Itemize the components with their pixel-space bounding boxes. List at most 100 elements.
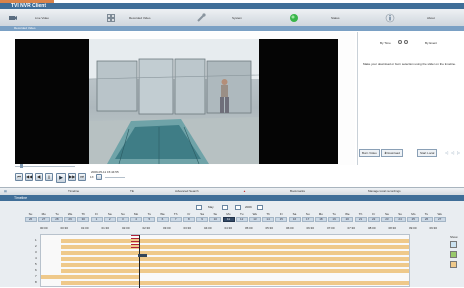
day-cell[interactable]: Tu 5 <box>143 212 156 224</box>
day-cell[interactable]: Mo 11 <box>222 212 235 224</box>
next-month-button[interactable] <box>222 205 228 210</box>
day-cell[interactable]: Sa 2 <box>103 212 116 224</box>
bookmark-icon: ▲ <box>243 189 246 193</box>
day-cell[interactable]: Fr 1 <box>90 212 103 224</box>
track-bar[interactable] <box>41 275 139 279</box>
download-button[interactable]: ⬇Download <box>381 149 403 157</box>
nav-status[interactable]: Status <box>289 9 340 26</box>
tab-te[interactable]: TE <box>130 188 134 195</box>
day-box: 4 <box>130 217 143 222</box>
day-cell[interactable]: We 29 <box>64 212 77 224</box>
day-cell[interactable]: Su 26 <box>24 212 37 224</box>
time-readout: 2009-05-11 15:44:55 <box>91 170 119 174</box>
day-box: 22 <box>367 217 380 222</box>
day-cell[interactable]: Th 14 <box>262 212 275 224</box>
seek-slider[interactable] <box>15 166 75 167</box>
day-cell[interactable]: Fr 22 <box>367 212 380 224</box>
legend-swatch-motion[interactable] <box>450 251 457 258</box>
day-cell[interactable]: Sa 16 <box>288 212 301 224</box>
day-cell[interactable]: Su 3 <box>116 212 129 224</box>
tab-manage-local[interactable]: Manage local recordings <box>368 188 401 195</box>
day-cell[interactable]: Tu 12 <box>235 212 248 224</box>
hour-tick: 09:00 <box>409 226 417 230</box>
hour-tick: 09:30 <box>429 226 438 230</box>
track-bar[interactable] <box>61 263 409 267</box>
prev-month-button[interactable] <box>196 205 202 210</box>
day-box: 26 <box>24 217 37 222</box>
skip-back-icon[interactable]: ◁ <box>445 150 448 155</box>
month-label: May <box>208 205 214 209</box>
day-cell[interactable]: Mo 27 <box>37 212 50 224</box>
tab-bookmarks[interactable]: Bookmarks <box>290 188 305 195</box>
rewind-button[interactable]: ◀◀ <box>25 173 33 181</box>
day-cell[interactable]: Th 7 <box>169 212 182 224</box>
day-cell[interactable]: Su 17 <box>301 212 314 224</box>
day-box: 30 <box>77 217 90 222</box>
track-bar[interactable] <box>61 245 409 249</box>
day-cell[interactable]: Mo 25 <box>407 212 420 224</box>
radio-by-time[interactable] <box>398 40 402 44</box>
tab-advanced-search[interactable]: Advanced Search <box>175 188 199 195</box>
pause-button[interactable]: || <box>45 173 53 181</box>
day-cell[interactable]: Fr 8 <box>182 212 195 224</box>
track-bar[interactable] <box>61 257 409 261</box>
day-cell[interactable]: Tu 19 <box>328 212 341 224</box>
day-box: 18 <box>314 217 327 222</box>
day-cell[interactable]: Sa 9 <box>196 212 209 224</box>
skip-start-button[interactable]: ⏮ <box>15 173 23 181</box>
prev-year-button[interactable] <box>235 205 241 210</box>
playback-cursor[interactable] <box>139 235 140 288</box>
step-back-button[interactable]: ◀| <box>35 173 43 181</box>
next-year-button[interactable] <box>257 205 263 210</box>
day-cell[interactable]: Tu 26 <box>420 212 433 224</box>
tab-timeline[interactable]: Timeline <box>68 188 79 195</box>
day-cell[interactable]: Mo 4 <box>130 212 143 224</box>
radio-by-event[interactable] <box>404 40 408 44</box>
day-box: 27 <box>433 217 446 222</box>
skip-icon[interactable]: ◁ <box>451 150 454 155</box>
track-bar[interactable] <box>61 251 409 255</box>
skip-start-icon: ⏮ <box>17 174 21 179</box>
legend-swatch-alarm[interactable] <box>450 261 457 268</box>
speed-slider[interactable] <box>105 177 125 178</box>
skip-forward-icon[interactable]: ▷ <box>457 150 460 155</box>
day-cell[interactable]: Su 10 <box>209 212 222 224</box>
burn-video-button[interactable]: Burn Video <box>359 149 380 157</box>
speed-button[interactable] <box>96 174 102 180</box>
nav-live-video[interactable]: Live Video <box>8 9 49 26</box>
hour-tick: 05:30 <box>265 226 274 230</box>
track-bar[interactable] <box>61 269 409 273</box>
hour-tick: 00:30 <box>60 226 69 230</box>
track-bar[interactable] <box>61 281 409 285</box>
day-cell[interactable]: Tu 28 <box>50 212 63 224</box>
nav-recorded-video[interactable]: Recorded Video <box>106 9 150 26</box>
day-cell[interactable]: We 20 <box>341 212 354 224</box>
video-player[interactable] <box>15 39 338 164</box>
day-cell[interactable]: Sa 23 <box>380 212 393 224</box>
nav-about[interactable]: About <box>385 9 435 26</box>
legend-swatch-normal[interactable] <box>450 241 457 248</box>
day-cell[interactable]: Mo 18 <box>314 212 327 224</box>
nav-status-label: Status <box>331 15 340 20</box>
hour-ruler: 00:00 00:30 01:00 01:30 02:00 02:30 03:00 03:30… <box>40 225 450 231</box>
day-cell[interactable]: We 13 <box>248 212 261 224</box>
start-local-button[interactable]: Start Local <box>417 149 438 157</box>
hour-tick: 02:00 <box>122 226 130 230</box>
day-cell[interactable]: We 27 <box>433 212 446 224</box>
day-cell[interactable]: Th 21 <box>354 212 367 224</box>
seek-handle[interactable] <box>20 164 23 168</box>
nav-system[interactable]: System <box>196 9 242 26</box>
day-cell[interactable]: Su 24 <box>394 212 407 224</box>
track-bar[interactable] <box>61 239 409 243</box>
day-cell[interactable]: Fr 15 <box>275 212 288 224</box>
day-cell[interactable]: We 6 <box>156 212 169 224</box>
wrench-icon <box>196 12 206 23</box>
recording-tracks[interactable]: 1 2 3 4 5 6 7 8 <box>35 234 410 288</box>
tab-timeline-icon[interactable]: ▤ <box>4 188 7 195</box>
fast-forward-button[interactable]: ▶▶ <box>68 173 76 181</box>
play-button[interactable]: ▶ <box>56 173 66 183</box>
skip-end-button[interactable]: ⏭ <box>78 173 86 181</box>
hour-tick: 03:30 <box>183 226 192 230</box>
day-cell[interactable]: Th 30 <box>77 212 90 224</box>
cursor-handle[interactable] <box>138 254 147 257</box>
